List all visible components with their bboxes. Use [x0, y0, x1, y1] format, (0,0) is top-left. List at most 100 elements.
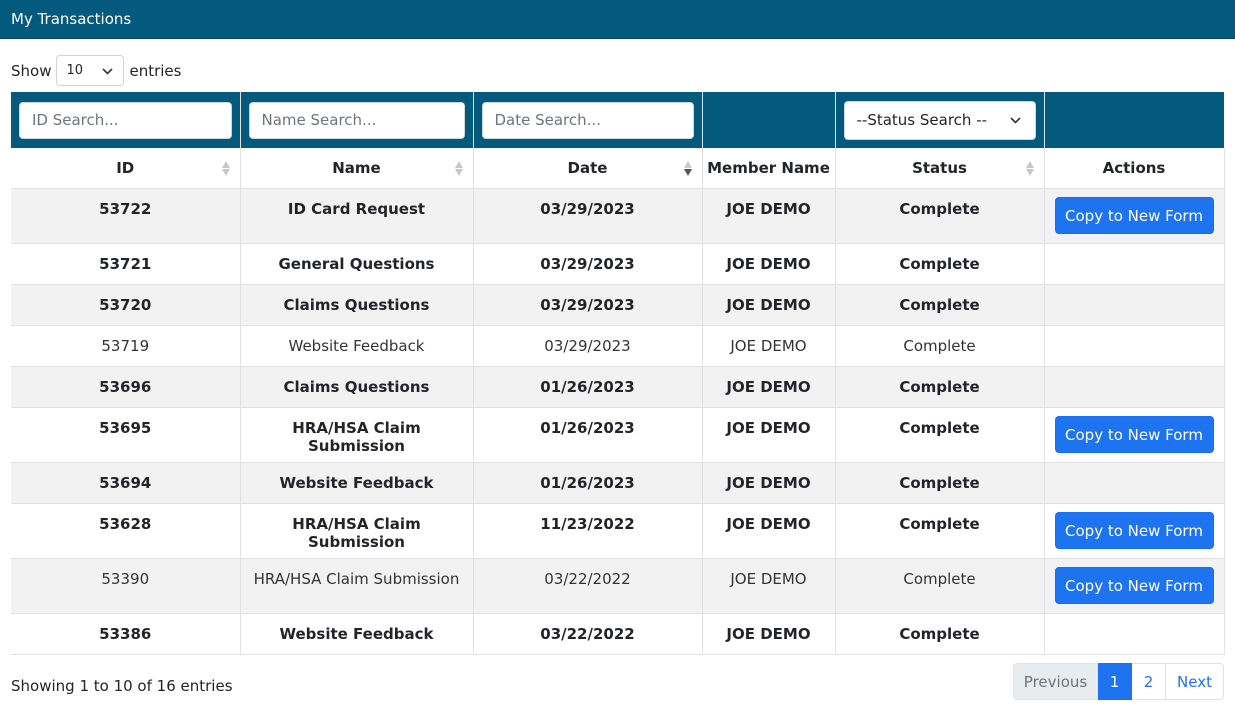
column-header-label: Name	[332, 159, 381, 177]
cell-name: HRA/HSA Claim Submission	[240, 407, 474, 463]
cell-name: Website Feedback	[240, 462, 474, 504]
column-header-row: ID Name Date Member Name Status Actions	[11, 148, 1225, 189]
cell-date: 03/29/2023	[473, 188, 703, 244]
length-suffix-label: entries	[129, 61, 182, 80]
cell-actions	[1044, 366, 1225, 408]
copy-to-new-form-button[interactable]: Copy to New Form	[1054, 197, 1214, 234]
column-header-id[interactable]: ID	[11, 148, 241, 189]
column-header-label: Actions	[1102, 159, 1166, 177]
cell-date: 01/26/2023	[473, 407, 703, 463]
cell-member: JOE DEMO	[702, 366, 836, 408]
chevron-down-icon	[102, 64, 114, 78]
page-2-button[interactable]: 2	[1132, 663, 1166, 700]
cell-status: Complete	[835, 188, 1045, 244]
cell-member: JOE DEMO	[702, 558, 836, 614]
table-row: 53386 Website Feedback 03/22/2022 JOE DE…	[11, 613, 1225, 655]
cell-id: 53386	[11, 613, 241, 655]
column-header-member-name: Member Name	[702, 148, 836, 189]
page-1-button[interactable]: 1	[1098, 663, 1132, 700]
cell-member: JOE DEMO	[702, 407, 836, 463]
status-search-value: --Status Search --	[856, 111, 988, 129]
cell-status: Complete	[835, 462, 1045, 504]
cell-member: JOE DEMO	[702, 188, 836, 244]
cell-status: Complete	[835, 407, 1045, 463]
cell-actions: Copy to New Form	[1044, 558, 1225, 614]
cell-actions	[1044, 243, 1225, 285]
cell-id: 53390	[11, 558, 241, 614]
cell-name: HRA/HSA Claim Submission	[240, 503, 474, 559]
name-search-input[interactable]	[248, 101, 465, 139]
date-search-input[interactable]	[481, 101, 694, 139]
filter-row: --Status Search --	[11, 92, 1224, 148]
status-search-select[interactable]: --Status Search --	[843, 100, 1036, 140]
cell-id: 53721	[11, 243, 241, 285]
cell-actions	[1044, 325, 1225, 367]
cell-id: 53694	[11, 462, 241, 504]
table-row: 53696 Claims Questions 01/26/2023 JOE DE…	[11, 366, 1225, 408]
column-header-name[interactable]: Name	[240, 148, 474, 189]
cell-member: JOE DEMO	[702, 325, 836, 367]
column-header-date[interactable]: Date	[473, 148, 703, 189]
cell-actions: Copy to New Form	[1044, 503, 1225, 559]
table-row: 53719 Website Feedback 03/29/2023 JOE DE…	[11, 325, 1225, 367]
cell-member: JOE DEMO	[702, 462, 836, 504]
cell-date: 03/29/2023	[473, 243, 703, 285]
cell-date: 03/29/2023	[473, 325, 703, 367]
column-header-label: Date	[567, 159, 608, 177]
cell-date: 03/29/2023	[473, 284, 703, 326]
cell-name: Claims Questions	[240, 284, 474, 326]
sort-descending-icon	[683, 160, 692, 176]
table-info-text: Showing 1 to 10 of 16 entries	[11, 677, 233, 695]
previous-page-button[interactable]: Previous	[1013, 663, 1098, 700]
cell-actions: Copy to New Form	[1044, 407, 1225, 463]
table-row: 53720 Claims Questions 03/29/2023 JOE DE…	[11, 284, 1225, 326]
cell-name: Website Feedback	[240, 325, 474, 367]
copy-to-new-form-button[interactable]: Copy to New Form	[1054, 416, 1214, 453]
cell-name: General Questions	[240, 243, 474, 285]
cell-status: Complete	[835, 613, 1045, 655]
cell-status: Complete	[835, 503, 1045, 559]
column-header-label: ID	[116, 159, 135, 177]
table-row: 53694 Website Feedback 01/26/2023 JOE DE…	[11, 462, 1225, 504]
next-page-button[interactable]: Next	[1166, 663, 1224, 700]
page-title: My Transactions	[11, 10, 132, 28]
cell-member: JOE DEMO	[702, 243, 836, 285]
cell-status: Complete	[835, 243, 1045, 285]
cell-status: Complete	[835, 325, 1045, 367]
copy-to-new-form-button[interactable]: Copy to New Form	[1054, 512, 1214, 549]
cell-actions	[1044, 462, 1225, 504]
cell-id: 53719	[11, 325, 241, 367]
cell-id: 53722	[11, 188, 241, 244]
cell-date: 11/23/2022	[473, 503, 703, 559]
cell-member: JOE DEMO	[702, 503, 836, 559]
cell-id: 53628	[11, 503, 241, 559]
column-header-actions: Actions	[1044, 148, 1225, 189]
cell-status: Complete	[835, 284, 1045, 326]
pagination: Previous 1 2 Next	[1013, 663, 1224, 700]
cell-date: 01/26/2023	[473, 462, 703, 504]
cell-member: JOE DEMO	[702, 613, 836, 655]
cell-status: Complete	[835, 366, 1045, 408]
table-row: 53628 HRA/HSA Claim Submission 11/23/202…	[11, 503, 1225, 559]
page-length-value: 10	[66, 63, 84, 78]
panel-header: My Transactions	[0, 0, 1235, 39]
length-prefix-label: Show	[11, 61, 52, 80]
cell-member: JOE DEMO	[702, 284, 836, 326]
column-header-status[interactable]: Status	[835, 148, 1045, 189]
cell-actions: Copy to New Form	[1044, 188, 1225, 244]
chevron-down-icon	[1009, 113, 1021, 127]
id-search-input[interactable]	[19, 101, 232, 139]
cell-name: Claims Questions	[240, 366, 474, 408]
cell-status: Complete	[835, 558, 1045, 614]
cell-date: 03/22/2022	[473, 558, 703, 614]
cell-name: ID Card Request	[240, 188, 474, 244]
cell-actions	[1044, 613, 1225, 655]
sort-icon	[221, 160, 230, 176]
cell-date: 03/22/2022	[473, 613, 703, 655]
copy-to-new-form-button[interactable]: Copy to New Form	[1054, 567, 1214, 604]
cell-id: 53720	[11, 284, 241, 326]
cell-actions	[1044, 284, 1225, 326]
page-length-select[interactable]: 10	[56, 55, 125, 86]
transactions-table: --Status Search -- ID Name Date	[11, 92, 1225, 655]
cell-date: 01/26/2023	[473, 366, 703, 408]
